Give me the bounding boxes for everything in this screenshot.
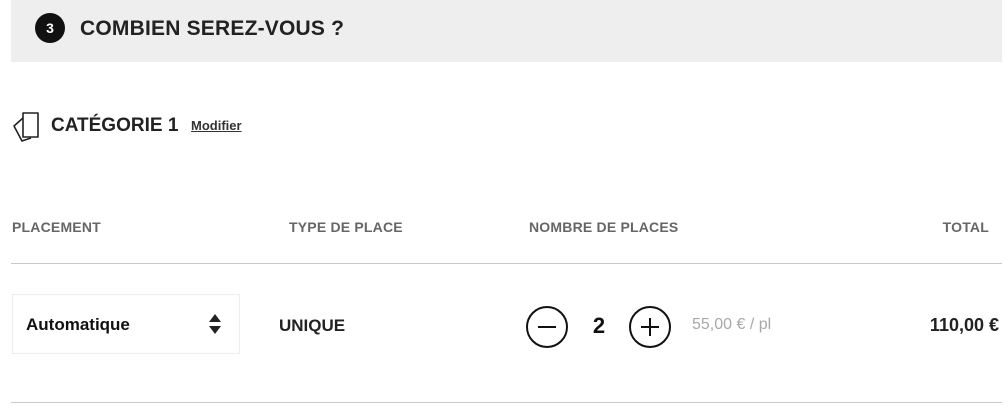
step-title: COMBIEN SEREZ-VOUS ? — [80, 17, 345, 40]
column-header-placement: PLACEMENT — [12, 219, 101, 235]
placement-selected-value: Automatique — [26, 315, 130, 334]
modify-category-link[interactable]: Modifier — [191, 118, 242, 133]
total-price: 110,00 € — [929, 315, 999, 335]
quantity-value: 2 — [592, 313, 606, 338]
step-header: 3 COMBIEN SEREZ-VOUS ? — [11, 0, 1002, 62]
column-header-total: TOTAL — [942, 219, 989, 235]
decrement-button[interactable] — [526, 306, 568, 348]
step-number-badge: 3 — [35, 13, 65, 43]
increment-button[interactable] — [629, 306, 671, 348]
sort-arrows-icon — [209, 314, 221, 334]
unit-price: 55,00 € / pl — [692, 316, 772, 333]
minus-circle-icon — [538, 326, 556, 328]
category-row: CATÉGORIE 1 Modifier — [11, 110, 411, 144]
ticket-type-value: UNIQUE — [279, 316, 346, 335]
plus-circle-icon — [641, 318, 659, 336]
placement-select[interactable]: Automatique — [12, 294, 240, 354]
column-header-type: TYPE DE PLACE — [289, 219, 403, 235]
category-label: CATÉGORIE 1 — [51, 115, 179, 136]
column-header-quantity: NOMBRE DE PLACES — [529, 219, 679, 235]
ticket-icon — [13, 112, 39, 142]
header-divider — [11, 263, 1002, 264]
row-divider — [11, 402, 1002, 403]
